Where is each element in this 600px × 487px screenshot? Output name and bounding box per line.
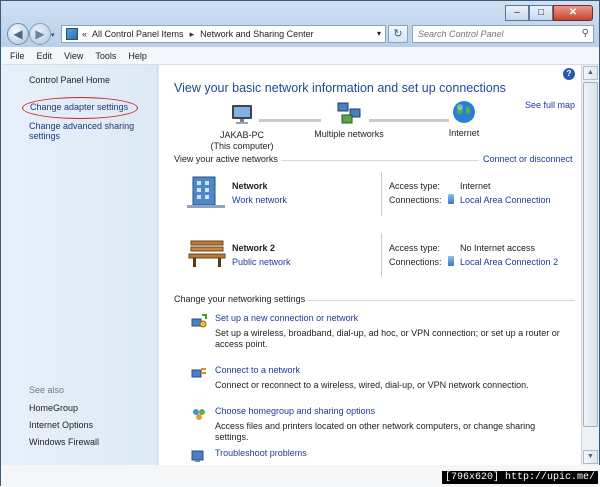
lan-icon — [448, 194, 454, 204]
help-icon[interactable]: ? — [563, 68, 575, 80]
address-dropdown[interactable]: ▾ — [377, 29, 381, 38]
scroll-down-button[interactable]: ▼ — [583, 450, 598, 464]
divider — [381, 233, 382, 277]
search-box[interactable]: ⚲ — [412, 25, 594, 43]
network-2-name: Network 2 — [232, 243, 276, 253]
sidebar-windows-firewall[interactable]: Windows Firewall — [29, 437, 99, 447]
refresh-button[interactable]: ↻ — [388, 25, 408, 43]
multiple-networks-icon — [337, 102, 361, 124]
computer-icon — [232, 105, 252, 124]
task-setup-connection-desc: Set up a wireless, broadband, dial-up, a… — [215, 328, 560, 349]
multiple-networks-label: Multiple networks — [314, 129, 384, 139]
menu-file[interactable]: File — [10, 51, 25, 61]
close-button[interactable]: ✕ — [553, 5, 593, 21]
troubleshoot-icon — [191, 450, 204, 462]
network-1-connection-link[interactable]: Local Area Connection — [460, 195, 551, 205]
see-full-map-link[interactable]: See full map — [525, 100, 575, 110]
work-network-icon — [187, 176, 225, 208]
address-bar[interactable]: « All Control Panel Items ▸ Network and … — [61, 25, 386, 43]
menu-view[interactable]: View — [64, 51, 83, 61]
active-networks-heading: View your active networks — [174, 154, 278, 164]
caption-buttons: – □ ✕ — [505, 5, 593, 21]
computer-name: JAKAB-PC — [219, 130, 264, 140]
vertical-scrollbar[interactable]: ▲ ▼ — [581, 65, 598, 465]
map-node-this-computer[interactable]: JAKAB-PC (This computer) — [197, 103, 287, 152]
network-2-connection-link[interactable]: Local Area Connection 2 — [460, 257, 558, 267]
network-1-type-link[interactable]: Work network — [232, 195, 287, 205]
map-node-multiple-networks[interactable]: Multiple networks — [304, 100, 394, 140]
map-node-internet[interactable]: Internet — [429, 99, 499, 139]
public-network-bench-icon — [188, 240, 226, 267]
network-2-connections-label: Connections: — [389, 257, 442, 267]
connect-or-disconnect-link[interactable]: Connect or disconnect — [483, 154, 573, 164]
network-1-access-value: Internet — [460, 181, 491, 191]
task-homegroup-link[interactable]: Choose homegroup and sharing options — [215, 406, 375, 416]
computer-subtitle: (This computer) — [210, 141, 274, 151]
minimize-button[interactable]: – — [505, 5, 529, 21]
globe-icon — [453, 101, 475, 123]
sidebar-internet-options[interactable]: Internet Options — [29, 420, 93, 430]
back-button[interactable]: ◀ — [7, 23, 29, 45]
sidebar-control-panel-home[interactable]: Control Panel Home — [29, 75, 110, 85]
network-2-access-label: Access type: — [389, 243, 441, 253]
highlight-circle — [22, 97, 138, 119]
menu-help[interactable]: Help — [128, 51, 147, 61]
sidebar-homegroup[interactable]: HomeGroup — [29, 403, 78, 413]
recent-pages-dropdown[interactable]: ▾ — [51, 31, 55, 39]
divider — [307, 300, 575, 301]
scroll-up-button[interactable]: ▲ — [583, 66, 598, 80]
connect-network-icon — [191, 368, 206, 378]
task-setup-connection-link[interactable]: Set up a new connection or network — [215, 313, 358, 323]
network-1-connections-label: Connections: — [389, 195, 442, 205]
see-also-heading: See also — [29, 385, 65, 395]
menu-edit[interactable]: Edit — [37, 51, 53, 61]
breadcrumb-overflow[interactable]: « — [82, 29, 87, 39]
task-connect-network-link[interactable]: Connect to a network — [215, 365, 300, 375]
network-1-name: Network — [232, 181, 268, 191]
window: – □ ✕ ◀ ▶ ▾ « All Control Panel Items ▸ … — [0, 0, 600, 487]
homegroup-icon — [193, 409, 205, 420]
control-panel-icon — [66, 28, 78, 40]
internet-label: Internet — [448, 128, 480, 138]
lan-icon — [448, 256, 454, 266]
network-1-access-label: Access type: — [389, 181, 441, 191]
breadcrumb-network-center[interactable]: Network and Sharing Center — [200, 29, 314, 39]
networking-settings-heading: Change your networking settings — [174, 294, 306, 304]
search-input[interactable] — [413, 26, 573, 42]
maximize-button[interactable]: □ — [529, 5, 553, 21]
title-bar: – □ ✕ ◀ ▶ ▾ « All Control Panel Items ▸ … — [1, 1, 599, 47]
breadcrumb-all-items[interactable]: All Control Panel Items — [92, 29, 184, 39]
scroll-thumb[interactable] — [583, 82, 598, 427]
divider — [381, 172, 382, 216]
forward-button[interactable]: ▶ — [29, 23, 51, 45]
page-title: View your basic network information and … — [174, 81, 506, 95]
search-icon[interactable]: ⚲ — [582, 28, 589, 39]
task-homegroup-desc: Access files and printers located on oth… — [215, 421, 536, 442]
task-connect-network-desc: Connect or reconnect to a wireless, wire… — [215, 380, 529, 390]
network-2-type-link[interactable]: Public network — [232, 257, 291, 267]
menu-tools[interactable]: Tools — [95, 51, 116, 61]
menu-bar: File Edit View Tools Help — [2, 47, 599, 65]
sidebar: Control Panel Home Change adapter settin… — [2, 65, 158, 465]
network-2-access-value: No Internet access — [460, 243, 536, 253]
breadcrumb-separator[interactable]: ▸ — [190, 29, 195, 40]
image-watermark: [796x620] http://upic.me/ — [441, 471, 598, 484]
task-troubleshoot-link[interactable]: Troubleshoot problems — [215, 448, 307, 458]
sidebar-change-advanced-sharing[interactable]: Change advanced sharing settings — [29, 121, 149, 141]
divider — [281, 160, 479, 161]
new-connection-icon — [191, 314, 207, 328]
main-content: ? View your basic network information an… — [159, 65, 581, 465]
